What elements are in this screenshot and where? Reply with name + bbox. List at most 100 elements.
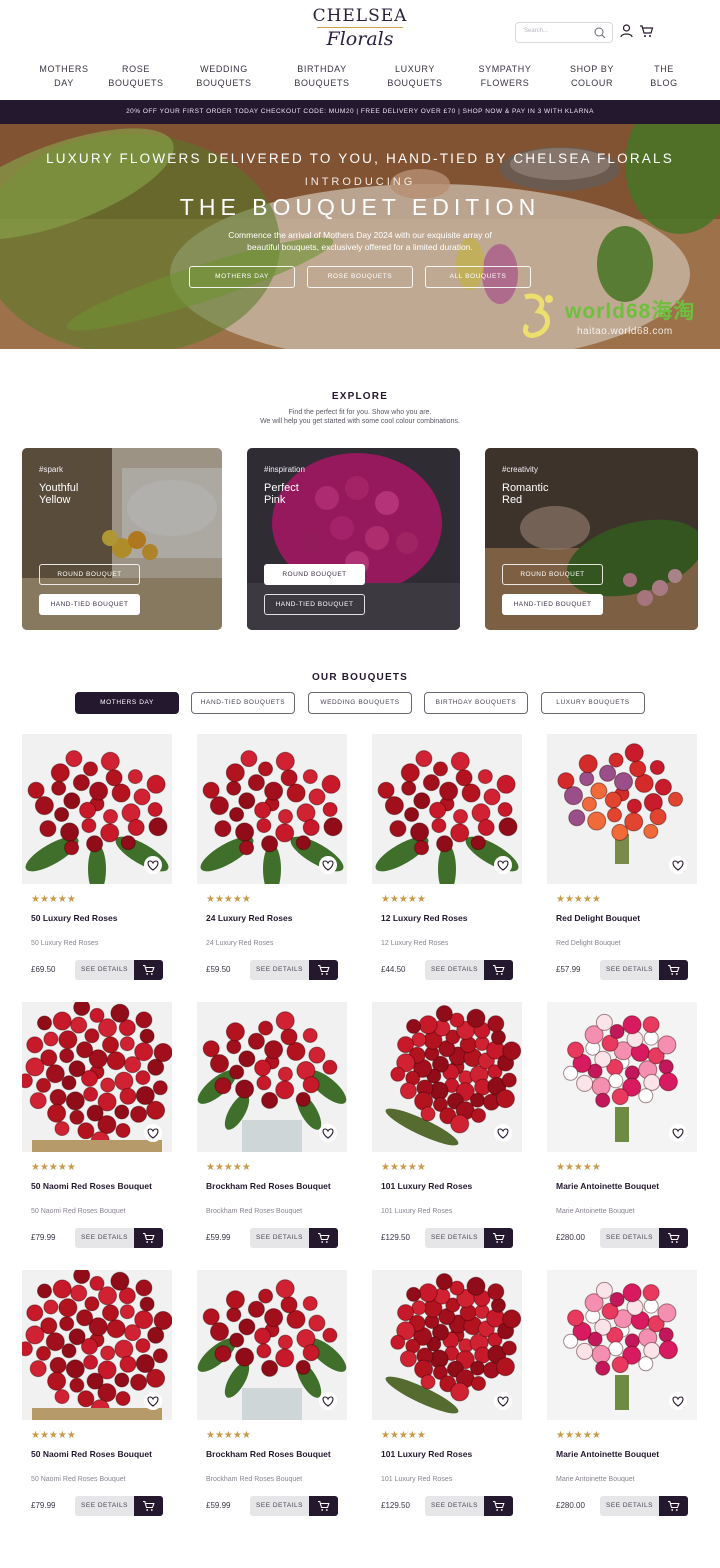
see-details-button[interactable]: SEE DETAILS bbox=[600, 960, 659, 980]
nav-item-rose-bouquets[interactable]: ROSE BOUQUETS bbox=[91, 62, 181, 90]
add-to-cart-button[interactable] bbox=[484, 1228, 513, 1248]
hand-tied-bouquet-button[interactable]: HAND-TIED BOUQUET bbox=[502, 594, 603, 615]
hand-tied-bouquet-button[interactable]: HAND-TIED BOUQUET bbox=[39, 594, 140, 615]
add-to-cart-button[interactable] bbox=[309, 1496, 338, 1516]
add-to-cart-button[interactable] bbox=[659, 1228, 688, 1248]
product-name[interactable]: 50 Naomi Red Roses Bouquet bbox=[31, 1181, 171, 1191]
nav-item-birthday-bouquets[interactable]: BIRTHDAY BOUQUETS bbox=[277, 62, 367, 90]
product-image[interactable] bbox=[372, 734, 522, 884]
see-details-button[interactable]: SEE DETAILS bbox=[425, 960, 484, 980]
product-image[interactable] bbox=[372, 1002, 522, 1152]
wishlist-heart-icon[interactable] bbox=[494, 1392, 512, 1410]
product-card[interactable]: ★★★★★ Marie Antoinette Bouquet Marie Antoi… bbox=[547, 1002, 697, 1252]
search-box[interactable]: Search... bbox=[515, 22, 613, 43]
add-to-cart-button[interactable] bbox=[134, 1228, 163, 1248]
product-name[interactable]: 12 Luxury Red Roses bbox=[381, 913, 521, 923]
add-to-cart-button[interactable] bbox=[484, 960, 513, 980]
explore-card-red[interactable]: #creativity Romantic Red ROUND BOUQUET HA… bbox=[485, 448, 698, 630]
nav-item-wedding-bouquets[interactable]: WEDDING BOUQUETS bbox=[179, 62, 269, 90]
wishlist-heart-icon[interactable] bbox=[494, 1124, 512, 1142]
product-card[interactable]: ★★★★★ 101 Luxury Red Roses 101 Luxury Red … bbox=[372, 1002, 522, 1252]
add-to-cart-button[interactable] bbox=[134, 1496, 163, 1516]
product-name[interactable]: Brockham Red Roses Bouquet bbox=[206, 1449, 346, 1459]
product-image[interactable] bbox=[22, 734, 172, 884]
product-image[interactable] bbox=[22, 1002, 172, 1152]
product-card[interactable]: ★★★★★ 50 Naomi Red Roses Bouquet 50 Naomi … bbox=[22, 1270, 172, 1520]
see-details-button[interactable]: SEE DETAILS bbox=[250, 960, 309, 980]
product-card[interactable]: ★★★★★ 24 Luxury Red Roses 24 Luxury Red Ro… bbox=[197, 734, 347, 984]
wishlist-heart-icon[interactable] bbox=[669, 1124, 687, 1142]
wishlist-heart-icon[interactable] bbox=[669, 1392, 687, 1410]
product-card[interactable]: ★★★★★ Red Delight Bouquet Red Delight Bouq… bbox=[547, 734, 697, 984]
add-to-cart-button[interactable] bbox=[309, 1228, 338, 1248]
brand-logo[interactable]: CHELSEA Florals bbox=[300, 6, 420, 50]
wishlist-heart-icon[interactable] bbox=[144, 856, 162, 874]
wishlist-heart-icon[interactable] bbox=[319, 1124, 337, 1142]
product-card[interactable]: ★★★★★ Brockham Red Roses Bouquet Brockham … bbox=[197, 1002, 347, 1252]
product-image[interactable] bbox=[547, 1270, 697, 1420]
nav-item-luxury-bouquets[interactable]: LUXURY BOUQUETS bbox=[370, 62, 460, 90]
product-image[interactable] bbox=[22, 1270, 172, 1420]
see-details-button[interactable]: SEE DETAILS bbox=[600, 1496, 659, 1516]
see-details-button[interactable]: SEE DETAILS bbox=[600, 1228, 659, 1248]
tab-hand-tied-bouquets[interactable]: HAND-TIED BOUQUETS bbox=[191, 692, 295, 714]
product-name[interactable]: 101 Luxury Red Roses bbox=[381, 1181, 521, 1191]
search-input[interactable]: Search... bbox=[524, 28, 548, 34]
nav-item-sympathy-flowers[interactable]: SYMPATHY FLOWERS bbox=[460, 62, 550, 90]
product-image[interactable] bbox=[197, 1270, 347, 1420]
product-name[interactable]: 24 Luxury Red Roses bbox=[206, 913, 346, 923]
add-to-cart-button[interactable] bbox=[484, 1496, 513, 1516]
add-to-cart-button[interactable] bbox=[659, 1496, 688, 1516]
product-card[interactable]: ★★★★★ Marie Antoinette Bouquet Marie Antoi… bbox=[547, 1270, 697, 1520]
product-image[interactable] bbox=[547, 734, 697, 884]
see-details-button[interactable]: SEE DETAILS bbox=[75, 1496, 134, 1516]
product-card[interactable]: ★★★★★ 12 Luxury Red Roses 12 Luxury Red Ro… bbox=[372, 734, 522, 984]
hero-all-bouquets-button[interactable]: ALL BOUQUETS bbox=[425, 266, 531, 288]
see-details-button[interactable]: SEE DETAILS bbox=[425, 1228, 484, 1248]
product-card[interactable]: ★★★★★ Brockham Red Roses Bouquet Brockham … bbox=[197, 1270, 347, 1520]
round-bouquet-button[interactable]: ROUND BOUQUET bbox=[264, 564, 365, 585]
nav-item-the-blog[interactable]: THE BLOG bbox=[619, 62, 709, 90]
tab-wedding-bouquets[interactable]: WEDDING BOUQUETS bbox=[308, 692, 412, 714]
search-icon[interactable] bbox=[594, 27, 606, 39]
see-details-button[interactable]: SEE DETAILS bbox=[75, 1228, 134, 1248]
hand-tied-bouquet-button[interactable]: HAND-TIED BOUQUET bbox=[264, 594, 365, 615]
add-to-cart-button[interactable] bbox=[134, 960, 163, 980]
hero-rose-bouquets-button[interactable]: ROSE BOUQUETS bbox=[307, 266, 413, 288]
tab-mothers-day[interactable]: MOTHERS DAY bbox=[75, 692, 179, 714]
add-to-cart-button[interactable] bbox=[659, 960, 688, 980]
explore-card-pink[interactable]: #inspiration Perfect Pink ROUND BOUQUET H… bbox=[247, 448, 460, 630]
product-name[interactable]: 50 Luxury Red Roses bbox=[31, 913, 171, 923]
round-bouquet-button[interactable]: ROUND BOUQUET bbox=[502, 564, 603, 585]
wishlist-heart-icon[interactable] bbox=[144, 1392, 162, 1410]
product-name[interactable]: Brockham Red Roses Bouquet bbox=[206, 1181, 346, 1191]
wishlist-heart-icon[interactable] bbox=[144, 1124, 162, 1142]
product-image[interactable] bbox=[197, 1002, 347, 1152]
product-image[interactable] bbox=[197, 734, 347, 884]
see-details-button[interactable]: SEE DETAILS bbox=[250, 1228, 309, 1248]
see-details-button[interactable]: SEE DETAILS bbox=[250, 1496, 309, 1516]
product-name[interactable]: Marie Antoinette Bouquet bbox=[556, 1449, 696, 1459]
wishlist-heart-icon[interactable] bbox=[669, 856, 687, 874]
product-name[interactable]: Marie Antoinette Bouquet bbox=[556, 1181, 696, 1191]
add-to-cart-button[interactable] bbox=[309, 960, 338, 980]
product-card[interactable]: ★★★★★ 50 Luxury Red Roses 50 Luxury Red Ro… bbox=[22, 734, 172, 984]
explore-card-yellow[interactable]: #spark Youthful Yellow ROUND BOUQUET HAND… bbox=[22, 448, 222, 630]
product-image[interactable] bbox=[547, 1002, 697, 1152]
see-details-button[interactable]: SEE DETAILS bbox=[425, 1496, 484, 1516]
wishlist-heart-icon[interactable] bbox=[494, 856, 512, 874]
cart-icon[interactable] bbox=[639, 24, 654, 38]
hero-mothers-day-button[interactable]: MOTHERS DAY bbox=[189, 266, 295, 288]
product-name[interactable]: Red Delight Bouquet bbox=[556, 913, 696, 923]
product-card[interactable]: ★★★★★ 50 Naomi Red Roses Bouquet 50 Naomi … bbox=[22, 1002, 172, 1252]
account-icon[interactable] bbox=[620, 24, 633, 38]
tab-luxury-bouquets[interactable]: LUXURY BOUQUETS bbox=[541, 692, 645, 714]
tab-birthday-bouquets[interactable]: BIRTHDAY BOUQUETS bbox=[424, 692, 528, 714]
product-name[interactable]: 50 Naomi Red Roses Bouquet bbox=[31, 1449, 171, 1459]
round-bouquet-button[interactable]: ROUND BOUQUET bbox=[39, 564, 140, 585]
wishlist-heart-icon[interactable] bbox=[319, 856, 337, 874]
see-details-button[interactable]: SEE DETAILS bbox=[75, 960, 134, 980]
product-card[interactable]: ★★★★★ 101 Luxury Red Roses 101 Luxury Red … bbox=[372, 1270, 522, 1520]
product-image[interactable] bbox=[372, 1270, 522, 1420]
wishlist-heart-icon[interactable] bbox=[319, 1392, 337, 1410]
